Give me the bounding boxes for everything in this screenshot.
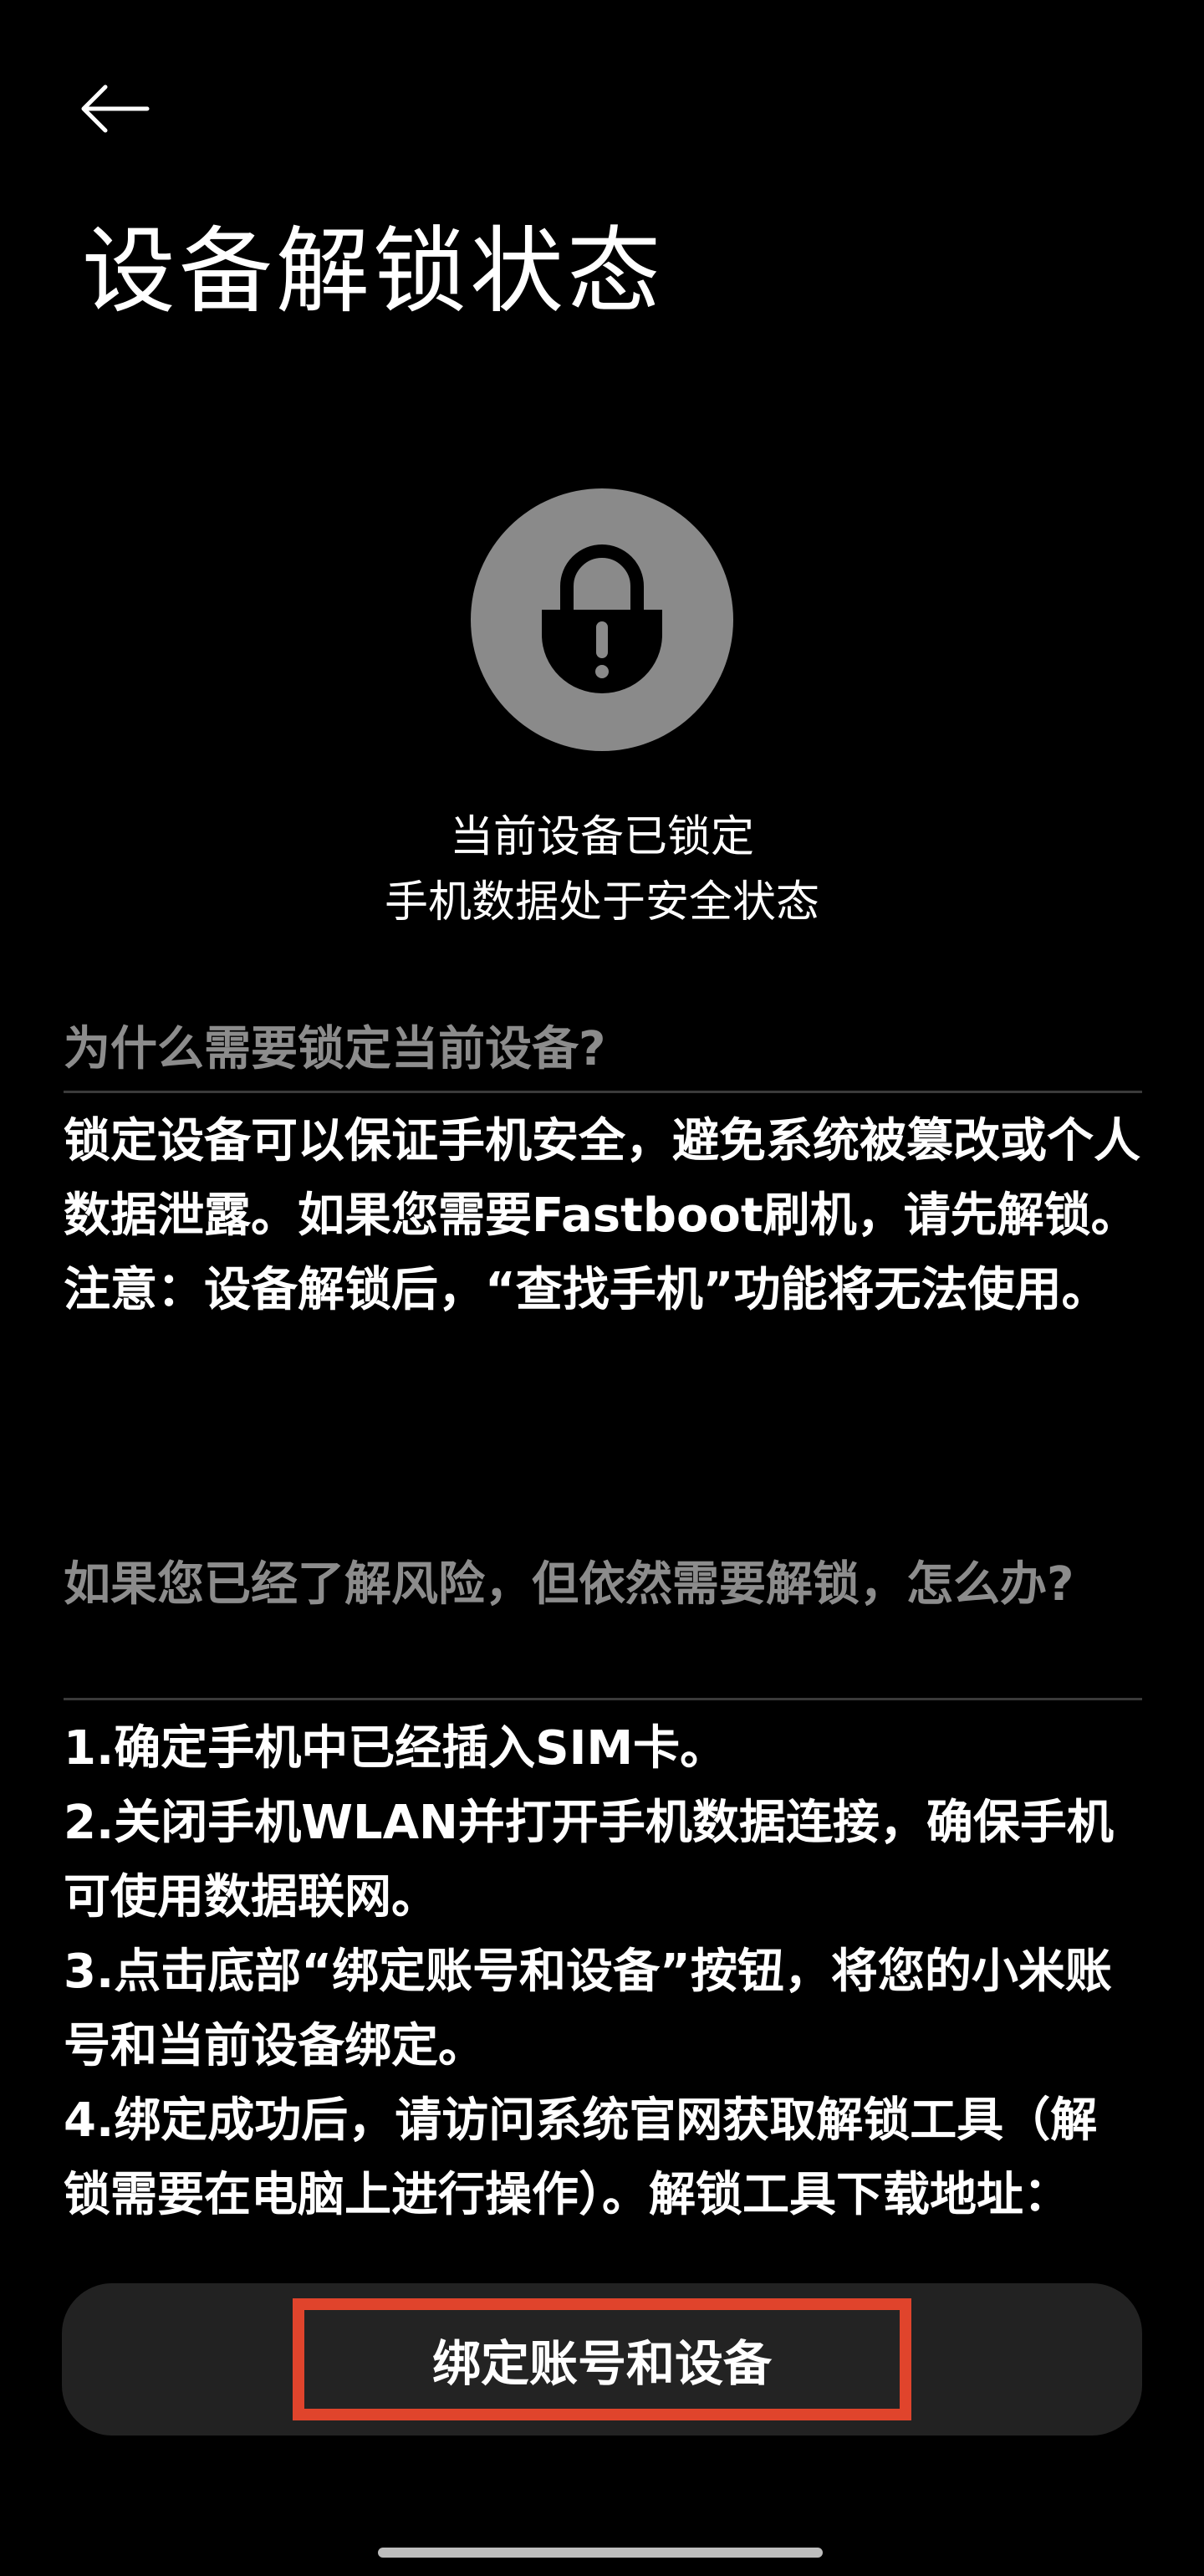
unlock-step-3: 3.点击底部“绑定账号和设备”按钮，将您的小米账号和当前设备绑定。 [64,1945,1112,2073]
unlock-step-2: 2.关闭手机WLAN并打开手机数据连接，确保手机可使用数据联网。 [64,1796,1114,1924]
why-lock-content: 锁定设备可以保证手机安全，避免系统被篡改或个人数据泄露。如果您需要Fastboo… [64,1104,1142,1327]
divider [64,1091,1142,1093]
lock-status-badge [471,488,733,751]
arrow-left-icon [80,84,150,137]
unlock-how-heading: 如果您已经了解风险，但依然需要解锁，怎么办? [64,1557,1074,1612]
bind-account-device-button[interactable]: 绑定账号和设备 [293,2298,911,2420]
bottom-action-bar: 绑定账号和设备 [62,2283,1142,2435]
unlock-step-4: 4.绑定成功后，请访问系统官网获取解锁工具（解锁需要在电脑上进行操作）。解锁工具… [64,2093,1098,2222]
status-line-locked: 当前设备已锁定 [449,812,754,862]
home-indicator[interactable] [378,2548,823,2558]
lock-warning-icon [535,543,669,697]
why-lock-heading: 为什么需要锁定当前设备? [64,1022,606,1076]
status-line-safe: 手机数据处于安全状态 [384,877,819,928]
back-button[interactable] [80,77,161,144]
unlock-steps: 1.确定手机中已经插入SIM卡。 2.关闭手机WLAN并打开手机数据连接，确保手… [64,1711,1142,2232]
page-title: 设备解锁状态 [82,217,664,326]
unlock-step-1: 1.确定手机中已经插入SIM卡。 [64,1721,727,1776]
why-lock-note: 注意：设备解锁后，“查找手机”功能将无法使用。 [64,1263,1109,1317]
divider [64,1698,1142,1700]
why-lock-paragraph: 锁定设备可以保证手机安全，避免系统被篡改或个人数据泄露。如果您需要Fastboo… [64,1114,1140,1243]
